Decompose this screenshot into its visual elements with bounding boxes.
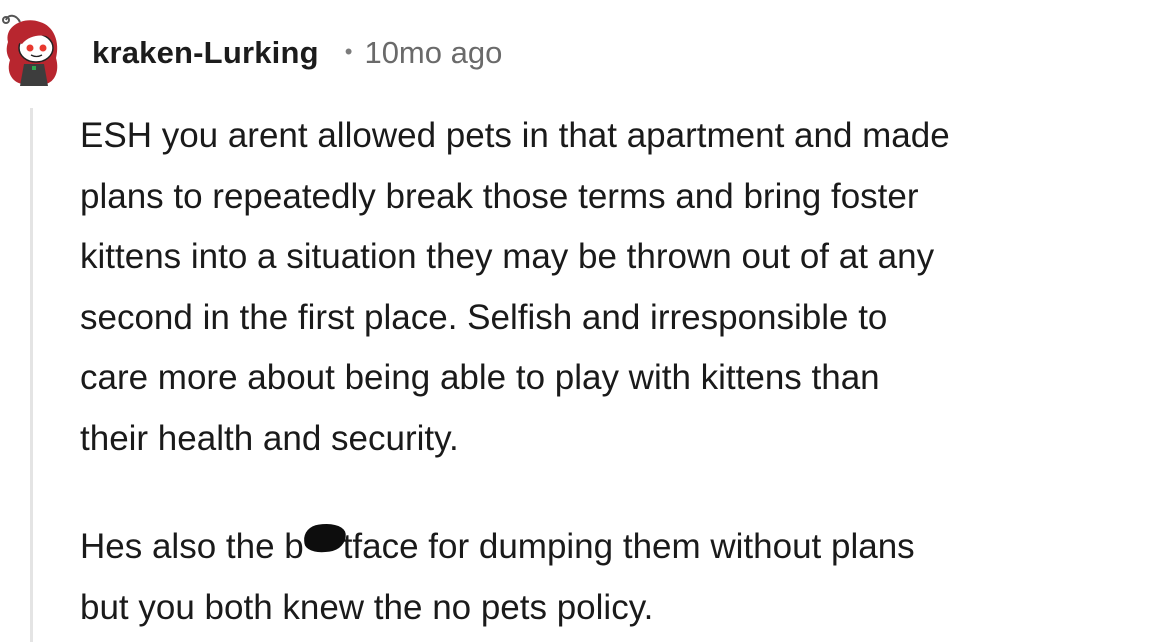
comment-body: ESH you arent allowed pets in that apart…	[80, 106, 1165, 638]
comment-paragraph-1: ESH you arent allowed pets in that apart…	[80, 106, 1165, 469]
comment-line: second in the first place. Selfish and i…	[80, 297, 888, 337]
comment-line: ESH you arent allowed pets in that apart…	[80, 116, 950, 155]
comment: kraken-Lurking • 10mo ago ESH you arent …	[0, 0, 1171, 642]
username-link[interactable]: kraken-Lurking	[92, 35, 319, 71]
separator-dot: •	[344, 39, 353, 64]
censored-word: uu	[302, 517, 348, 578]
comment-line: plans to repeatedly break those terms an…	[80, 176, 919, 216]
text-segment: Hes also the b	[80, 527, 304, 566]
comment-line: Hes also the buutface for dumping them w…	[80, 517, 1165, 578]
comment-line: kittens into a situation they may be thr…	[80, 237, 935, 276]
comment-timestamp[interactable]: 10mo ago	[364, 35, 502, 71]
thread-collapse-line[interactable]	[30, 108, 33, 642]
comment-line: care more about being able to play with …	[80, 358, 880, 397]
comment-line: but you both knew the no pets policy.	[80, 587, 654, 627]
text-segment: tface for dumping them without plans	[342, 527, 915, 566]
reddit-snoo-avatar-icon	[2, 14, 58, 86]
avatar[interactable]	[2, 12, 66, 88]
comment-paragraph-2: Hes also the buutface for dumping them w…	[80, 517, 1165, 638]
comment-header: kraken-Lurking • 10mo ago	[92, 30, 502, 76]
comment-line: their health and security.	[80, 418, 459, 458]
